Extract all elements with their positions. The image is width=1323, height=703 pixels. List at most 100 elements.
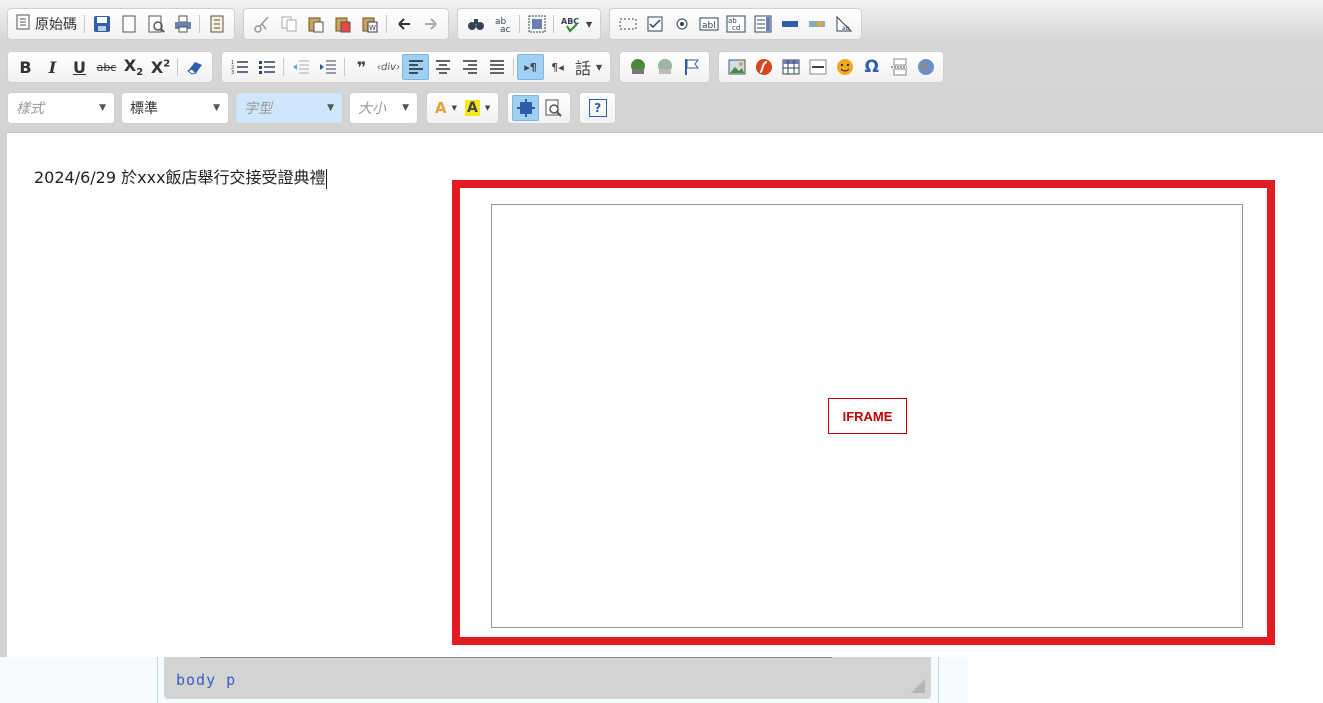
smiley-button[interactable] — [831, 54, 858, 80]
superscript-icon: X2 — [150, 57, 171, 77]
justify-button[interactable] — [483, 54, 510, 80]
paste-text-button[interactable] — [329, 11, 356, 37]
bold-button[interactable]: B — [12, 54, 39, 80]
textarea-button[interactable]: ab cd — [722, 11, 749, 37]
create-div-button[interactable]: ‹div› — [375, 54, 402, 80]
page-break-button[interactable] — [885, 54, 912, 80]
separator — [283, 58, 284, 76]
align-right-button[interactable] — [456, 54, 483, 80]
toolbar-row-2: B I U abc X2 X2 123 ❞ ‹div› ▸¶ ¶◂ 話 ▼ Ω — [7, 50, 952, 84]
hidden-field-icon: ab — [836, 15, 852, 32]
copy-button[interactable] — [275, 11, 302, 37]
checkbox-button[interactable] — [641, 11, 668, 37]
undo-button[interactable] — [390, 11, 417, 37]
background-color-icon: A — [465, 100, 480, 116]
text-direction-rtl-icon: ¶◂ — [551, 60, 564, 74]
preview-button[interactable] — [142, 11, 169, 37]
separator — [386, 15, 387, 33]
paste-button[interactable] — [302, 11, 329, 37]
spellcheck-button[interactable]: ABC ▼ — [557, 11, 596, 37]
image-button[interactable] — [723, 54, 750, 80]
blockquote-button[interactable]: ❞ — [348, 54, 375, 80]
paste-word-button[interactable]: W — [356, 11, 383, 37]
font-size-dropdown[interactable]: 大小 ▼ — [349, 92, 418, 124]
source-button[interactable]: 原始碼 — [12, 11, 81, 37]
link-icon — [630, 59, 645, 74]
save-button[interactable] — [88, 11, 115, 37]
flash-button[interactable] — [750, 54, 777, 80]
anchor-button[interactable] — [678, 54, 705, 80]
maximize-button[interactable] — [512, 95, 540, 121]
ltr-button[interactable]: ▸¶ — [517, 54, 544, 80]
text-cursor — [325, 168, 327, 189]
radio-button[interactable] — [668, 11, 695, 37]
special-char-button[interactable]: Ω — [858, 54, 885, 80]
svg-text:ab: ab — [842, 25, 850, 32]
horizontal-rule-button[interactable] — [804, 54, 831, 80]
button-field-icon — [781, 21, 798, 27]
svg-text:abl: abl — [702, 21, 716, 31]
underline-button[interactable]: U — [66, 54, 93, 80]
redo-button[interactable] — [417, 11, 444, 37]
select-all-icon — [528, 15, 545, 33]
align-center-button[interactable] — [429, 54, 456, 80]
separator — [519, 15, 520, 33]
separator — [513, 58, 514, 76]
image-button-field-button[interactable] — [803, 11, 830, 37]
numbered-list-button[interactable]: 123 — [226, 54, 253, 80]
templates-icon — [210, 15, 223, 33]
link-button[interactable] — [624, 54, 651, 80]
background-color-button[interactable]: A ▼ — [461, 95, 494, 121]
text-color-button[interactable]: A ▼ — [431, 95, 461, 121]
separator — [177, 58, 178, 76]
form-button[interactable] — [614, 11, 641, 37]
textarea-icon: abcd — [726, 15, 746, 33]
superscript-button[interactable]: X2 — [147, 54, 174, 80]
templates-button[interactable] — [203, 11, 230, 37]
iframe-button[interactable] — [912, 54, 939, 80]
editor-paragraph[interactable]: 2024/6/29 於xxx飯店舉行交接受證典禮 — [34, 164, 327, 189]
strike-button[interactable]: abc — [93, 54, 120, 80]
table-button[interactable] — [777, 54, 804, 80]
bulleted-list-button[interactable] — [253, 54, 280, 80]
hidden-field-button[interactable]: ab — [830, 11, 857, 37]
button-field-button[interactable] — [776, 11, 803, 37]
svg-text:3: 3 — [231, 70, 234, 76]
paste-icon — [308, 17, 323, 33]
unlink-button[interactable] — [651, 54, 678, 80]
toolbar-group-document: 原始碼 — [7, 8, 235, 40]
image-icon — [728, 59, 746, 75]
separator — [199, 15, 200, 33]
language-button[interactable]: 話 ▼ — [571, 54, 606, 80]
print-button[interactable] — [169, 11, 196, 37]
cut-button[interactable] — [248, 11, 275, 37]
paragraph-text: 2024/6/29 於xxx飯店舉行交接受證典禮 — [34, 168, 326, 187]
select-all-button[interactable] — [523, 11, 550, 37]
resize-grip-icon[interactable] — [911, 679, 925, 693]
subscript-button[interactable]: X2 — [120, 54, 147, 80]
outdent-button[interactable] — [287, 54, 314, 80]
remove-format-button[interactable] — [181, 54, 208, 80]
find-button[interactable] — [462, 11, 489, 37]
chevron-down-icon: ▼ — [402, 103, 409, 113]
subscript-icon: X2 — [123, 55, 144, 79]
toolbar-group-find: ab ac ABC ▼ — [457, 8, 602, 40]
new-page-button[interactable] — [115, 11, 142, 37]
element-path[interactable]: body p — [176, 671, 236, 689]
rtl-button[interactable]: ¶◂ — [544, 54, 571, 80]
font-dropdown[interactable]: 字型 ▼ — [235, 92, 343, 124]
align-left-button[interactable] — [402, 54, 429, 80]
textfield-button[interactable]: abl — [695, 11, 722, 37]
svg-text:cd: cd — [732, 24, 740, 32]
page-break-icon — [890, 58, 907, 76]
styles-dropdown[interactable]: 樣式 ▼ — [7, 92, 115, 124]
about-button[interactable]: ? — [584, 95, 611, 121]
chevron-down-icon: ▼ — [451, 104, 457, 112]
indent-button[interactable] — [314, 54, 341, 80]
italic-button[interactable]: I — [39, 54, 66, 80]
replace-button[interactable]: ab ac — [489, 11, 516, 37]
format-dropdown[interactable]: 標準 ▼ — [121, 92, 229, 124]
select-field-button[interactable] — [749, 11, 776, 37]
image-button-icon — [808, 21, 825, 27]
show-blocks-button[interactable] — [539, 95, 566, 121]
